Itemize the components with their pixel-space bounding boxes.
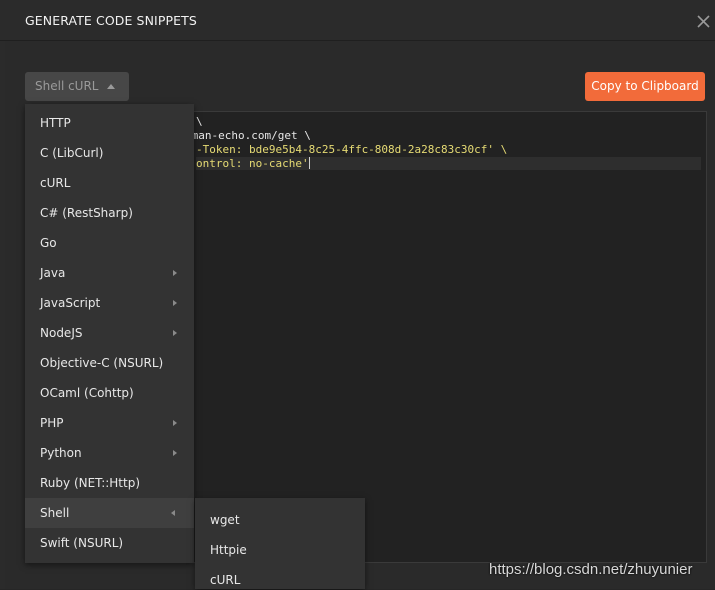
code-line: \: [196, 115, 203, 128]
menu-item-label: NodeJS: [40, 326, 83, 340]
menu-item-label: Ruby (NET::Http): [40, 476, 141, 490]
menu-item-php[interactable]: PHP: [25, 408, 194, 438]
close-button[interactable]: [693, 11, 713, 31]
menu-item-swift[interactable]: Swift (NSURL): [25, 528, 194, 558]
submenu-item-wget[interactable]: wget: [195, 500, 365, 530]
menu-item-ocaml[interactable]: OCaml (Cohttp): [25, 378, 194, 408]
chevron-right-icon: [173, 300, 177, 306]
menu-item-label: Objective-C (NSURL): [40, 356, 164, 370]
menu-item-label: Swift (NSURL): [40, 536, 124, 550]
menu-item-http[interactable]: HTTP: [25, 108, 194, 138]
menu-item-label: PHP: [40, 416, 64, 430]
menu-item-shell[interactable]: Shell: [25, 498, 194, 528]
close-icon: [697, 15, 710, 28]
menu-item-nodejs[interactable]: NodeJS: [25, 318, 194, 348]
menu-item-curl[interactable]: cURL: [25, 168, 194, 198]
menu-item-objective-c[interactable]: Objective-C (NSURL): [25, 348, 194, 378]
language-select-value: Shell cURL: [35, 79, 99, 93]
menu-item-label: JavaScript: [40, 296, 101, 310]
menu-item-ruby[interactable]: Ruby (NET::Http): [25, 468, 194, 498]
menu-item-c-libcurl[interactable]: C (LibCurl): [25, 138, 194, 168]
submenu-item-curl[interactable]: cURL: [195, 560, 365, 590]
submenu-item-httpie[interactable]: Httpie: [195, 530, 365, 560]
menu-item-java[interactable]: Java: [25, 258, 194, 288]
menu-item-label: cURL: [40, 176, 71, 190]
menu-item-label: OCaml (Cohttp): [40, 386, 134, 400]
menu-item-label: Java: [40, 266, 66, 280]
menu-item-label: HTTP: [40, 116, 71, 130]
language-dropdown-menu: HTTP C (LibCurl) cURL C# (RestSharp) Go …: [25, 104, 194, 563]
caret-up-icon: [107, 84, 115, 89]
watermark-text: https://blog.csdn.net/zhuyunier: [489, 561, 693, 578]
shell-submenu: wget Httpie cURL: [195, 498, 365, 589]
submenu-item-label: wget: [210, 513, 240, 527]
menu-item-label: Python: [40, 446, 82, 460]
language-select[interactable]: Shell cURL: [25, 72, 129, 101]
code-line: -Token: bde9e5b4-8c25-4ffc-808d-2a28c83c…: [196, 143, 508, 156]
menu-item-csharp-restsharp[interactable]: C# (RestSharp): [25, 198, 194, 228]
chevron-right-icon: [173, 450, 177, 456]
menu-item-go[interactable]: Go: [25, 228, 194, 258]
generate-code-snippets-modal: GENERATE CODE SNIPPETS Shell cURL Copy t…: [0, 0, 715, 589]
modal-header: GENERATE CODE SNIPPETS: [0, 0, 715, 41]
menu-item-label: Go: [40, 236, 57, 250]
chevron-right-icon: [173, 330, 177, 336]
submenu-item-label: cURL: [210, 573, 241, 587]
submenu-item-label: Httpie: [210, 543, 247, 557]
modal-title: GENERATE CODE SNIPPETS: [25, 13, 197, 28]
chevron-right-icon: [173, 420, 177, 426]
menu-item-javascript[interactable]: JavaScript: [25, 288, 194, 318]
text-cursor: [308, 157, 310, 169]
menu-item-python[interactable]: Python: [25, 438, 194, 468]
menu-item-label: C (LibCurl): [40, 146, 104, 160]
code-line: ontrol: no-cache': [196, 157, 310, 170]
chevron-left-icon: [171, 510, 175, 516]
code-line: tman-echo.com/get \: [185, 129, 311, 142]
copy-to-clipboard-button[interactable]: Copy to Clipboard: [585, 72, 705, 101]
menu-item-label: Shell: [40, 506, 70, 520]
menu-item-label: C# (RestSharp): [40, 206, 133, 220]
chevron-right-icon: [173, 270, 177, 276]
